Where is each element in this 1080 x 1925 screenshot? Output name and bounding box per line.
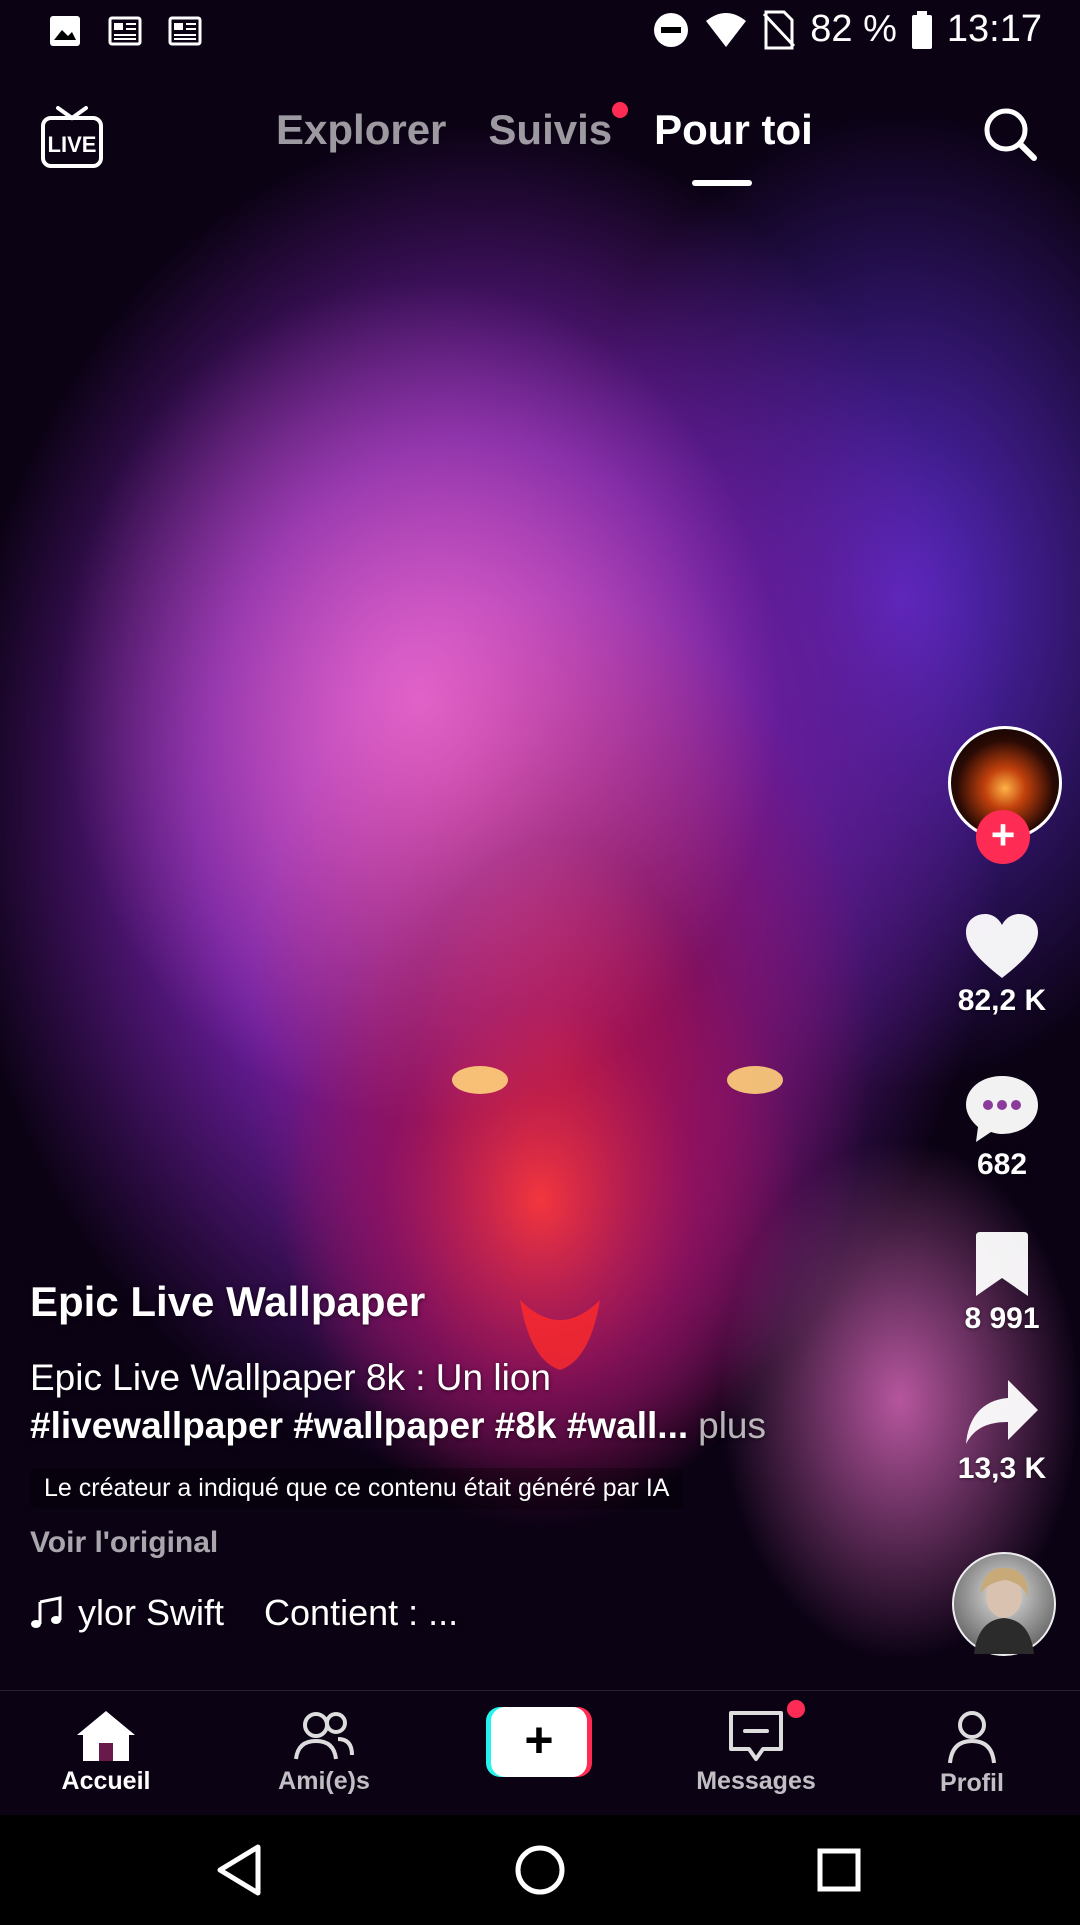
heart-icon [966, 914, 1038, 978]
bookmark-icon [976, 1232, 1028, 1296]
like-count: 82,2 K [957, 984, 1047, 1017]
nav-messages[interactable]: Messages [676, 1709, 836, 1796]
follow-button[interactable]: + [976, 810, 1030, 864]
active-tab-indicator [692, 180, 752, 186]
bottom-navigation: Accueil Ami(e)s + Messages Profil [0, 1690, 1080, 1816]
share-count: 13,3 K [957, 1452, 1047, 1485]
profile-icon [948, 1711, 996, 1764]
create-button[interactable]: + [486, 1707, 592, 1777]
dnd-icon [654, 12, 689, 47]
back-icon[interactable] [217, 1844, 261, 1896]
tab-explorer[interactable]: Explorer [276, 106, 446, 154]
description-text: Epic Live Wallpaper 8k : Un lion [30, 1357, 551, 1398]
news-icon [168, 16, 202, 46]
music-info[interactable]: ylor Swift Contient : ... [30, 1592, 458, 1634]
notification-dot [612, 102, 629, 118]
nav-profile-label: Profil [940, 1769, 1004, 1797]
tab-following[interactable]: Suivis [488, 102, 629, 154]
messages-notification-dot [787, 1700, 805, 1718]
recents-icon[interactable] [817, 1848, 861, 1892]
battery-icon [911, 10, 932, 49]
home-circle-icon[interactable] [515, 1845, 565, 1895]
live-label: LIVE [48, 132, 97, 157]
clock: 13:17 [946, 8, 1042, 50]
post-description[interactable]: Epic Live Wallpaper 8k : Un lion #livewa… [30, 1354, 910, 1450]
comment-button[interactable]: 682 [942, 1072, 1062, 1182]
top-navigation: LIVE Explorer Suivis Pour toi [0, 96, 1080, 196]
more-link[interactable]: plus [698, 1405, 766, 1446]
live-icon[interactable]: LIVE [40, 104, 104, 170]
wifi-icon [706, 12, 747, 47]
nav-profile[interactable]: Profil [892, 1709, 1052, 1798]
ai-generated-notice: Le créateur a indiqué que ce contenu éta… [30, 1468, 684, 1509]
save-button[interactable]: 8 991 [942, 1232, 1062, 1336]
friends-icon [294, 1712, 354, 1760]
nav-messages-label: Messages [696, 1767, 816, 1795]
status-bar: 82 % 13:17 [0, 0, 1080, 64]
nav-home-label: Accueil [61, 1767, 151, 1795]
nav-friends[interactable]: Ami(e)s [244, 1709, 404, 1796]
contains-label: Contient : ... [264, 1592, 459, 1633]
music-disc[interactable] [952, 1552, 1056, 1656]
comment-count: 682 [976, 1148, 1028, 1181]
battery-percentage: 82 % [810, 8, 897, 50]
save-count: 8 991 [964, 1302, 1040, 1335]
music-note-icon [31, 1596, 62, 1628]
home-icon [77, 1711, 135, 1761]
creator-name[interactable]: Epic Live Wallpaper [30, 1278, 425, 1326]
nav-home[interactable]: Accueil [26, 1709, 186, 1796]
plus-icon: + [491, 1707, 587, 1777]
artist-avatar [974, 1567, 1034, 1654]
messages-icon [729, 1711, 783, 1761]
nav-friends-label: Ami(e)s [278, 1767, 370, 1795]
tab-for-you[interactable]: Pour toi [654, 106, 813, 154]
gallery-icon [50, 16, 80, 46]
news-icon [108, 16, 142, 46]
share-icon [966, 1380, 1038, 1444]
comment-icon [966, 1076, 1038, 1142]
share-button[interactable]: 13,3 K [942, 1378, 1062, 1486]
music-title: ylor Swift [78, 1592, 225, 1633]
hashtags[interactable]: #livewallpaper #wallpaper #8k #wall... [30, 1405, 688, 1446]
like-button[interactable]: 82,2 K [942, 912, 1062, 1018]
see-original-link[interactable]: Voir l'original [30, 1526, 218, 1560]
system-navigation-bar [0, 1815, 1080, 1920]
search-icon[interactable] [980, 104, 1040, 164]
no-sim-icon [763, 10, 796, 49]
